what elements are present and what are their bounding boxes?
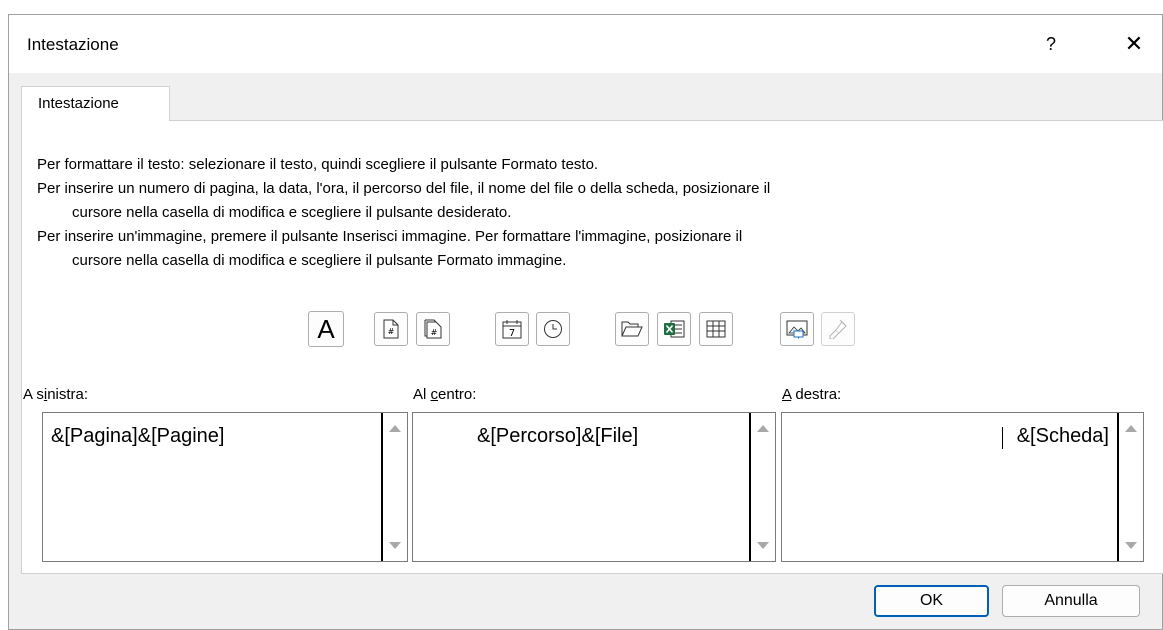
instruction-line: Per formattare il testo: selezionare il … xyxy=(37,156,599,173)
picture-icon xyxy=(786,320,808,339)
insert-sheet-name-button[interactable] xyxy=(699,312,733,346)
right-label-accesskey: A xyxy=(782,386,792,403)
dialog-title: Intestazione xyxy=(27,35,119,54)
instruction-line: Per inserire un numero di pagina, la dat… xyxy=(37,180,771,197)
left-scrollbar[interactable] xyxy=(381,413,407,561)
center-label-part: entro: xyxy=(438,386,477,403)
insert-page-count-button[interactable]: # xyxy=(416,312,450,346)
left-section-label: A sinistra: xyxy=(23,386,88,403)
insert-date-button[interactable]: 7 xyxy=(495,312,529,346)
calendar-day: 7 xyxy=(509,328,515,339)
scroll-down-icon[interactable] xyxy=(1125,542,1137,549)
cancel-button[interactable]: Annulla xyxy=(1002,585,1140,617)
center-section-editbox[interactable]: &[Percorso]&[File] xyxy=(412,412,776,562)
calendar-icon: 7 xyxy=(502,320,522,339)
help-button[interactable]: ? xyxy=(1036,29,1066,59)
tab-intestazione[interactable]: Intestazione xyxy=(21,86,170,121)
right-section-text: &[Scheda] xyxy=(1016,425,1109,447)
left-label-part: A s xyxy=(23,386,44,403)
left-section-editbox[interactable]: &[Pagina]&[Pagine] xyxy=(42,412,408,562)
header-dialog: Intestazione ? ✕ Intestazione Per format… xyxy=(8,14,1163,630)
close-button[interactable]: ✕ xyxy=(1117,29,1151,59)
center-section-text: &[Percorso]&[File] xyxy=(477,425,639,447)
scroll-down-icon[interactable] xyxy=(389,542,401,549)
format-picture-button[interactable] xyxy=(821,312,855,346)
svg-text:#: # xyxy=(388,327,395,336)
scroll-up-icon[interactable] xyxy=(389,425,401,432)
sheet-grid-icon xyxy=(706,320,726,338)
insert-page-number-button[interactable]: # xyxy=(374,312,408,346)
insert-time-button[interactable] xyxy=(536,312,570,346)
right-section-editbox[interactable]: &[Scheda] xyxy=(781,412,1144,562)
scroll-up-icon[interactable] xyxy=(757,425,769,432)
ok-button[interactable]: OK xyxy=(874,585,989,617)
left-label-part: nistra: xyxy=(47,386,89,403)
insert-picture-button[interactable] xyxy=(780,312,814,346)
scroll-up-icon[interactable] xyxy=(1125,425,1137,432)
center-label-part: Al xyxy=(413,386,431,403)
format-text-icon: A xyxy=(317,313,335,344)
pages-count-icon: # xyxy=(424,319,442,339)
excel-file-icon xyxy=(664,320,685,338)
instruction-line: cursore nella casella di modifica e sceg… xyxy=(72,204,512,221)
right-scrollbar[interactable] xyxy=(1117,413,1143,561)
scroll-down-icon[interactable] xyxy=(757,542,769,549)
text-caret xyxy=(1002,427,1003,449)
format-picture-icon xyxy=(829,319,847,339)
title-bar: Intestazione ? ✕ xyxy=(9,15,1162,73)
instruction-line: Per inserire un'immagine, premere il pul… xyxy=(37,228,743,245)
right-label-part: destra: xyxy=(791,386,842,403)
insert-file-name-button[interactable] xyxy=(657,312,691,346)
format-text-button[interactable]: A xyxy=(308,311,344,347)
center-scrollbar[interactable] xyxy=(749,413,775,561)
instruction-line: cursore nella casella di modifica e sceg… xyxy=(72,252,567,269)
clock-icon xyxy=(544,320,562,338)
center-label-accesskey: c xyxy=(430,386,439,403)
page-number-icon: # xyxy=(383,319,399,339)
insert-file-path-button[interactable] xyxy=(615,312,649,346)
right-section-label: A destra: xyxy=(782,386,841,403)
left-section-text: &[Pagina]&[Pagine] xyxy=(51,425,225,447)
svg-text:#: # xyxy=(431,328,438,337)
center-section-label: Al centro: xyxy=(413,386,476,403)
folder-path-icon xyxy=(621,321,643,337)
